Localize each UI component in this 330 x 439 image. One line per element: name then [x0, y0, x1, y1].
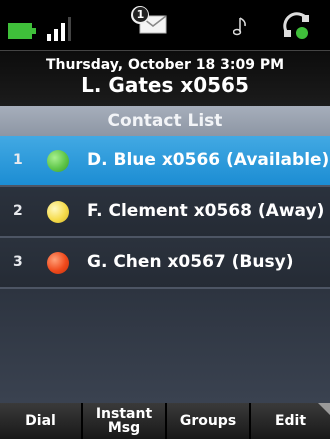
empty-list-area	[0, 289, 330, 403]
contact-row-3[interactable]: 3 G. Chen x0567 (Busy)	[0, 238, 330, 289]
groups-softkey[interactable]: Groups	[167, 403, 251, 439]
contact-index: 2	[13, 203, 23, 219]
contact-index: 1	[13, 152, 23, 168]
contact-list: 1 D. Blue x0566 (Available) 2 F. Clement…	[0, 136, 330, 289]
page-title: Contact List	[0, 106, 330, 136]
contact-label: D. Blue x0566 (Available)	[87, 150, 330, 170]
date-time: Thursday, October 18 3:09 PM	[45, 57, 285, 73]
dial-softkey[interactable]: Dial	[0, 403, 83, 439]
voicemail-count-badge: 1	[133, 7, 148, 22]
presence-available-icon	[47, 150, 69, 172]
instant-msg-label: Instant Msg	[95, 406, 153, 436]
line-label: L. Gates x0565	[81, 73, 249, 97]
edit-label: Edit	[274, 413, 307, 429]
phone-screen: 1 Thursday, October 18 3:09 PM L. Gates …	[0, 0, 330, 439]
contact-row-2[interactable]: 2 F. Clement x0568 (Away)	[0, 187, 330, 238]
music-note-icon	[233, 17, 246, 36]
more-softkeys-arrow-icon[interactable]	[318, 403, 330, 415]
status-bar: 1	[0, 0, 330, 50]
edit-softkey[interactable]: Edit	[251, 403, 330, 439]
contact-row-1[interactable]: 1 D. Blue x0566 (Available)	[0, 136, 330, 187]
contact-label: G. Chen x0567 (Busy)	[87, 252, 294, 272]
contact-index: 3	[13, 254, 23, 270]
contact-label: F. Clement x0568 (Away)	[87, 201, 325, 221]
battery-icon	[8, 23, 36, 39]
softkey-bar: Dial Instant Msg Groups Edit	[0, 403, 330, 439]
presence-busy-icon	[47, 252, 69, 274]
header: Thursday, October 18 3:09 PM L. Gates x0…	[0, 50, 330, 107]
signal-strength-icon	[47, 17, 71, 41]
instant-msg-softkey[interactable]: Instant Msg	[83, 403, 167, 439]
presence-away-icon	[47, 201, 69, 223]
headset-icon	[283, 12, 309, 39]
